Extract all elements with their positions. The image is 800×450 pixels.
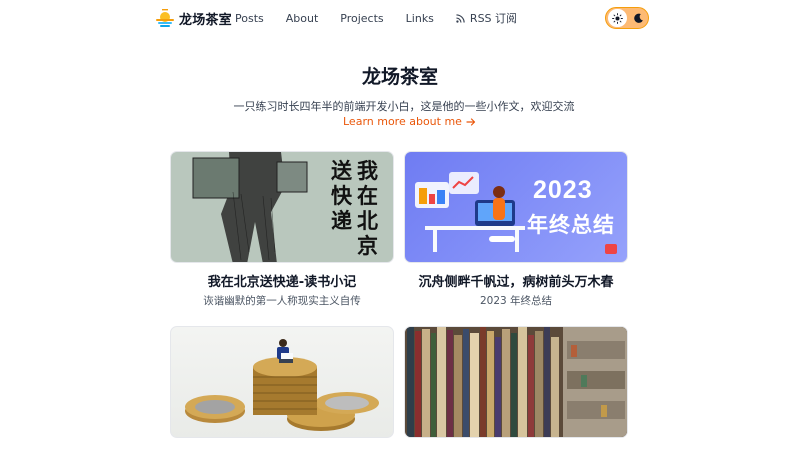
post-card[interactable] — [170, 326, 394, 446]
toggle-knob — [608, 9, 627, 27]
nav-about[interactable]: About — [286, 12, 319, 25]
cover-col-2: 送快递 — [331, 158, 352, 233]
moon-icon — [634, 13, 643, 23]
site-name: 龙场茶室 — [179, 12, 232, 28]
rss-label: RSS 订阅 — [469, 12, 518, 25]
theme-toggle[interactable] — [605, 7, 649, 29]
nav-rss[interactable]: RSS 订阅 — [456, 10, 517, 26]
post-title[interactable]: 我在北京送快递-读书小记 — [170, 271, 394, 290]
post-card[interactable]: 我在北京 送快递 我在北京送快递-读书小记 诙谐幽默的第一人称现实主义自传 — [170, 151, 394, 308]
desk-illustration — [415, 172, 617, 254]
post-cover-image — [404, 326, 628, 438]
page-subtitle: 一只练习时长四年半的前端开发小白，这是他的一些小作文，欢迎交流 — [233, 100, 575, 113]
rss-icon — [456, 13, 465, 23]
post-subtitle: 诙谐幽默的第一人称现实主义自传 — [203, 295, 361, 307]
arrow-right-icon — [466, 117, 476, 126]
coins-reader-illustration — [185, 339, 379, 431]
nav-links[interactable]: Links — [406, 12, 434, 25]
post-cover-image: 我在北京 送快递 — [170, 151, 394, 263]
cover-col-1: 我在北京 — [357, 158, 378, 258]
learn-more-label: Learn more about me — [343, 115, 462, 128]
nav-projects[interactable]: Projects — [340, 12, 383, 25]
site-header: 龙场茶室 Posts About Projects Links RSS 订阅 — [0, 0, 800, 36]
post-title[interactable]: 沉舟侧畔千帆过，病树前头万木春 — [404, 271, 628, 290]
sunrise-logo-icon — [156, 9, 174, 27]
learn-more-link[interactable]: Learn more about me — [343, 115, 476, 128]
post-card[interactable]: 2023 年终总结 沉舟侧畔千帆过，病树前头万木春 2023 年终总结 — [404, 151, 628, 308]
cover-subtitle: 年终总结 — [527, 213, 615, 237]
cover-title-vertical: 我在北京 送快递 — [331, 158, 379, 258]
page-title: 龙场茶室 — [361, 66, 438, 88]
site-logo[interactable]: 龙场茶室 — [155, 8, 232, 28]
sun-icon — [612, 12, 623, 24]
post-subtitle: 2023 年终总结 — [479, 295, 553, 307]
post-cover-image — [170, 326, 394, 438]
main-nav: Posts About Projects Links RSS 订阅 — [235, 10, 539, 26]
bookshelf-illustration — [405, 327, 627, 437]
cover-year: 2023 — [533, 176, 593, 204]
nav-posts[interactable]: Posts — [235, 12, 264, 25]
post-cover-image: 2023 年终总结 — [404, 151, 628, 263]
post-card[interactable] — [404, 326, 628, 446]
